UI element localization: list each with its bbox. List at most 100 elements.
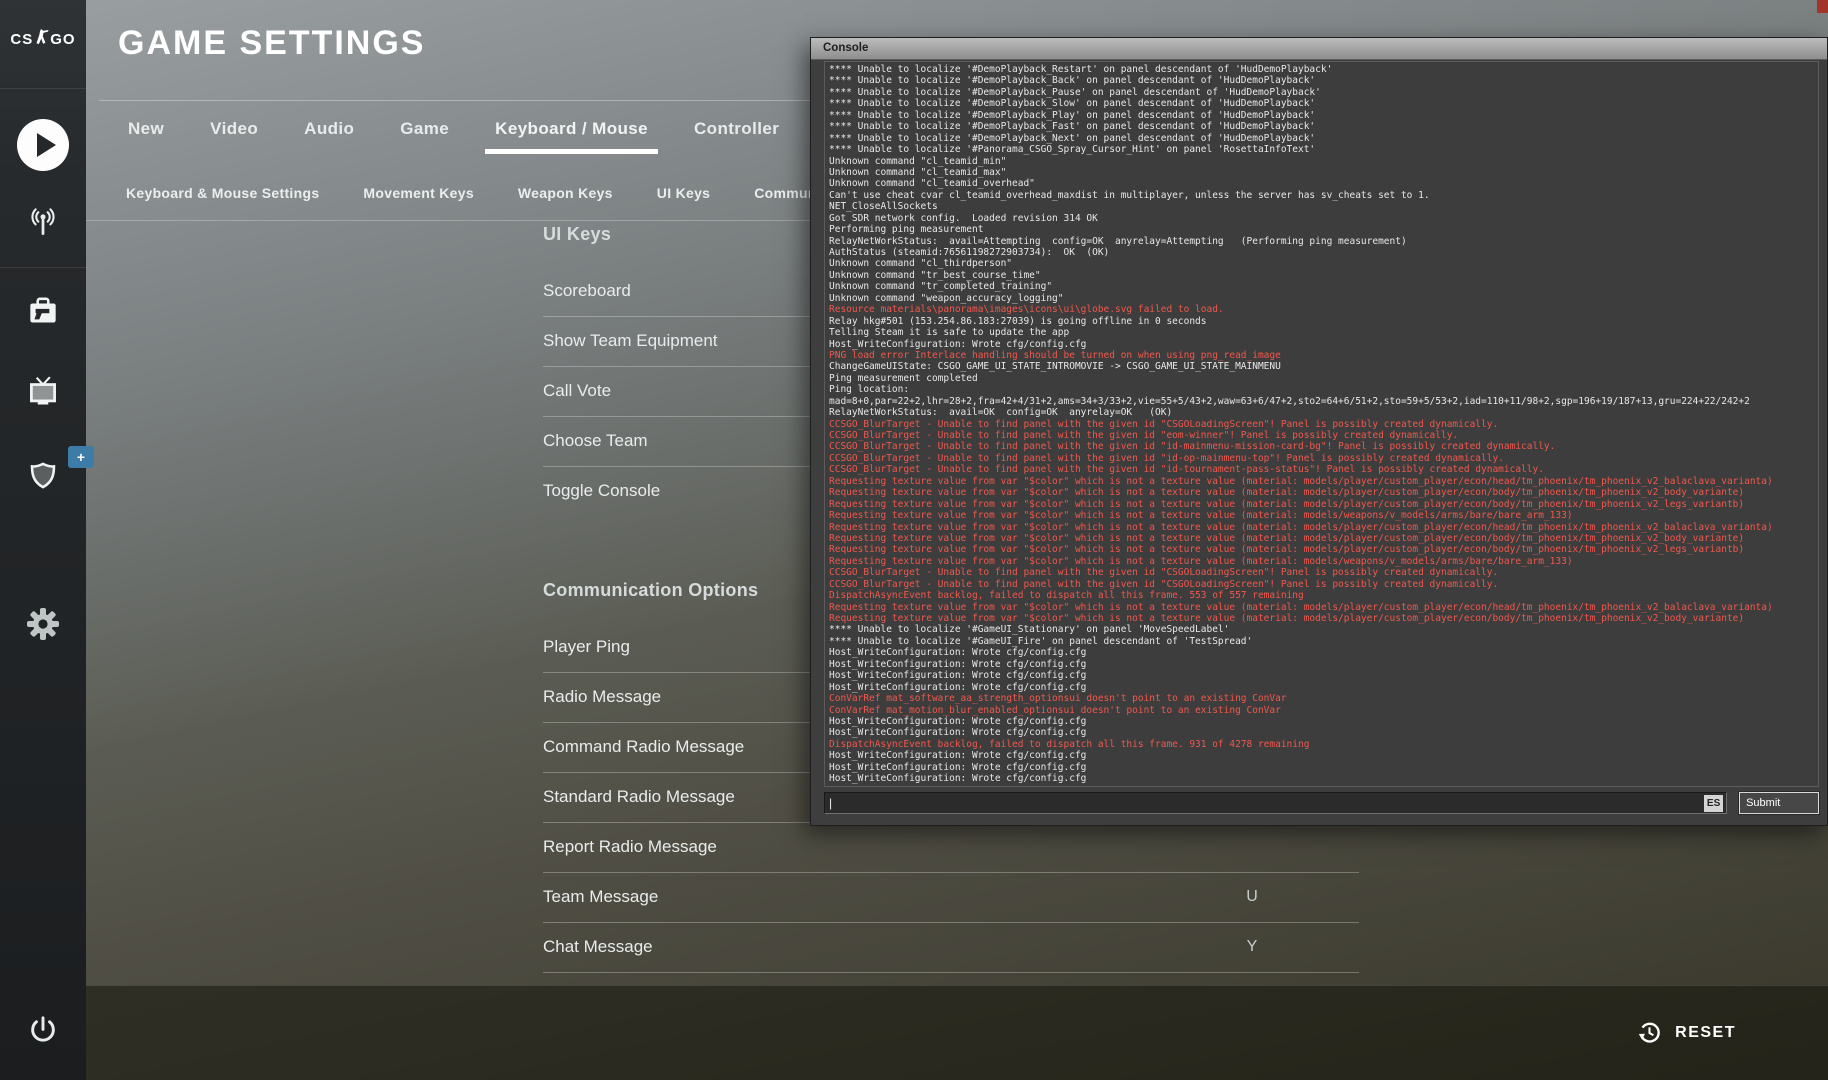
key-binding: Y <box>1246 938 1258 955</box>
sidebar-item-inventory[interactable] <box>0 293 86 331</box>
console-line: Host_WriteConfiguration: Wrote cfg/confi… <box>829 727 1087 739</box>
sidebar-item-settings[interactable] <box>0 604 86 644</box>
setting-label: Show Team Equipment <box>543 331 718 350</box>
console-line: ConVarRef mat_software_aa_strength_optio… <box>829 693 1287 705</box>
console-line: Requesting texture value from var "$colo… <box>829 613 1745 624</box>
console-line: Unknown command "weapon_accuracy_logging… <box>829 292 1064 304</box>
subtab-ui-keys[interactable]: UI Keys <box>657 178 710 208</box>
csgo-logo-soldier-icon <box>34 28 49 50</box>
console-line: Unknown command "cl_teamid_max" <box>829 166 1007 178</box>
console-line: AuthStatus (steamid:76561198272903734): … <box>829 247 1110 258</box>
console-line: mad=8+0,par=22+2,lhr=28+2,fra=42+4/31+2,… <box>829 395 1750 407</box>
setting-label: Choose Team <box>543 431 648 450</box>
console-line: Requesting texture value from var "$colo… <box>829 475 1773 487</box>
console-line: Host_WriteConfiguration: Wrote cfg/confi… <box>829 647 1087 659</box>
subtab-keyboard-mouse-settings[interactable]: Keyboard & Mouse Settings <box>126 178 319 208</box>
console-line: Host_WriteConfiguration: Wrote cfg/confi… <box>829 715 1087 727</box>
sidebar-item-broadcast[interactable] <box>0 203 86 241</box>
console-input[interactable]: | ES <box>824 792 1728 814</box>
sidebar-item-play[interactable] <box>0 119 86 171</box>
reset-label: RESET <box>1675 1023 1736 1041</box>
text-cursor: | <box>829 796 833 810</box>
console-line: **** Unable to localize '#DemoPlayback_S… <box>829 98 1316 110</box>
reset-button[interactable]: RESET <box>1636 1019 1736 1046</box>
console-line: ConVarRef mat_motion_blur_enabled_option… <box>829 704 1281 716</box>
plus-badge: + <box>68 446 94 468</box>
csgo-logo-right: GO <box>50 30 76 48</box>
console-line: DispatchAsyncEvent backlog, failed to di… <box>829 738 1310 750</box>
tab-audio[interactable]: Audio <box>304 106 354 152</box>
console-line: Host_WriteConfiguration: Wrote cfg/confi… <box>829 670 1087 682</box>
subtab-bar: Keyboard & Mouse Settings Movement Keys We… <box>126 178 923 208</box>
setting-label: Chat Message <box>543 937 653 956</box>
console-line: Got SDR network config. Loaded revision … <box>829 212 1098 224</box>
console-line: CCSGO_BlurTarget - Unable to find panel … <box>829 567 1499 579</box>
console-line: Requesting texture value from var "$colo… <box>829 510 1573 522</box>
sidebar-item-watch[interactable] <box>0 374 86 412</box>
submit-button[interactable]: Submit <box>1738 791 1820 815</box>
tab-game[interactable]: Game <box>400 106 449 152</box>
sidebar-item-store[interactable]: + <box>0 446 94 494</box>
setting-label: Toggle Console <box>543 481 661 500</box>
tab-keyboard-mouse[interactable]: Keyboard / Mouse <box>485 106 658 154</box>
console-line: Requesting texture value from var "$colo… <box>829 555 1573 567</box>
broadcast-icon <box>24 203 62 241</box>
console-log: **** Unable to localize '#DemoPlayback_R… <box>824 61 1819 787</box>
sidebar-divider <box>0 267 86 268</box>
console-titlebar[interactable]: Console <box>811 38 1827 60</box>
console-line: **** Unable to localize '#DemoPlayback_B… <box>829 75 1316 87</box>
setting-row-report-radio-message[interactable]: Report Radio Message <box>543 823 1359 873</box>
console-line: Telling Steam it is safe to update the a… <box>829 327 1070 339</box>
setting-row-chat-message[interactable]: Chat Message Y <box>543 923 1359 973</box>
setting-label: Radio Message <box>543 687 662 706</box>
console-line: CCSGO_BlurTarget - Unable to find panel … <box>829 464 1544 476</box>
console-line: Host_WriteConfiguration: Wrote cfg/confi… <box>829 761 1087 773</box>
console-line: **** Unable to localize '#Panorama_CSGO_… <box>829 144 1316 156</box>
setting-label: Report Radio Message <box>543 837 717 856</box>
console-line: DispatchAsyncEvent backlog, failed to di… <box>829 590 1304 602</box>
power-icon <box>24 1012 62 1050</box>
console-line: **** Unable to localize '#GameUI_Station… <box>829 624 1230 636</box>
console-line: Host_WriteConfiguration: Wrote cfg/confi… <box>829 338 1087 350</box>
console-line: Unknown command "cl_thirdperson" <box>829 258 1013 270</box>
console-line: RelayNetWorkStatus: avail=OK config=OK a… <box>829 407 1173 419</box>
console-line: Relay hkg#501 (153.254.86.183:27039) is … <box>829 315 1207 327</box>
page-title: GAME SETTINGS <box>118 24 426 62</box>
console-line: PNG load error Interlace handling should… <box>829 349 1281 361</box>
subtab-movement-keys[interactable]: Movement Keys <box>363 178 474 208</box>
tab-video[interactable]: Video <box>210 106 258 152</box>
tv-icon <box>24 374 62 412</box>
console-line: Can't use cheat cvar cl_teamid_overhead_… <box>829 189 1430 201</box>
csgo-logo[interactable]: CS GO <box>0 28 86 50</box>
game-settings-screen: CS GO + GAME SETTINGS New Video Audio Ga… <box>0 0 1828 1080</box>
keyboard-language-button[interactable]: ES <box>1704 795 1724 812</box>
play-icon <box>17 119 69 171</box>
console-line: Requesting texture value from var "$colo… <box>829 487 1745 499</box>
key-binding: U <box>1246 888 1258 905</box>
setting-label: Command Radio Message <box>543 737 745 756</box>
console-line: Requesting texture value from var "$colo… <box>829 521 1773 533</box>
console-line: CCSGO_BlurTarget - Unable to find panel … <box>829 441 1556 453</box>
console-line: Ping measurement completed <box>829 372 978 384</box>
sidebar-item-power[interactable] <box>0 1012 86 1050</box>
console-line: ChangeGameUIState: CSGO_GAME_UI_STATE_IN… <box>829 361 1281 373</box>
console-line: Requesting texture value from var "$colo… <box>829 498 1745 510</box>
console-line: Unknown command "tr_completed_training" <box>829 281 1053 293</box>
console-input-row: | ES Submit <box>824 791 1820 815</box>
console-line: Host_WriteConfiguration: Wrote cfg/confi… <box>829 773 1087 785</box>
console-line: Unknown command "tr_best_course_time" <box>829 269 1041 281</box>
reset-history-icon <box>1636 1019 1663 1046</box>
setting-label: Standard Radio Message <box>543 787 735 806</box>
setting-row-team-message[interactable]: Team Message U <box>543 873 1359 923</box>
tab-new[interactable]: New <box>128 106 164 152</box>
corner-notification <box>1817 0 1828 13</box>
shield-icon: + <box>24 446 94 494</box>
subtab-weapon-keys[interactable]: Weapon Keys <box>518 178 613 208</box>
console-line: **** Unable to localize '#DemoPlayback_P… <box>829 86 1321 98</box>
sidebar: CS GO + <box>0 0 94 1080</box>
setting-label: Scoreboard <box>543 281 631 300</box>
footer-bar: RESET <box>0 985 1828 1080</box>
gear-icon <box>23 604 63 644</box>
tab-controller[interactable]: Controller <box>694 106 779 152</box>
console-line: Requesting texture value from var "$colo… <box>829 601 1773 613</box>
